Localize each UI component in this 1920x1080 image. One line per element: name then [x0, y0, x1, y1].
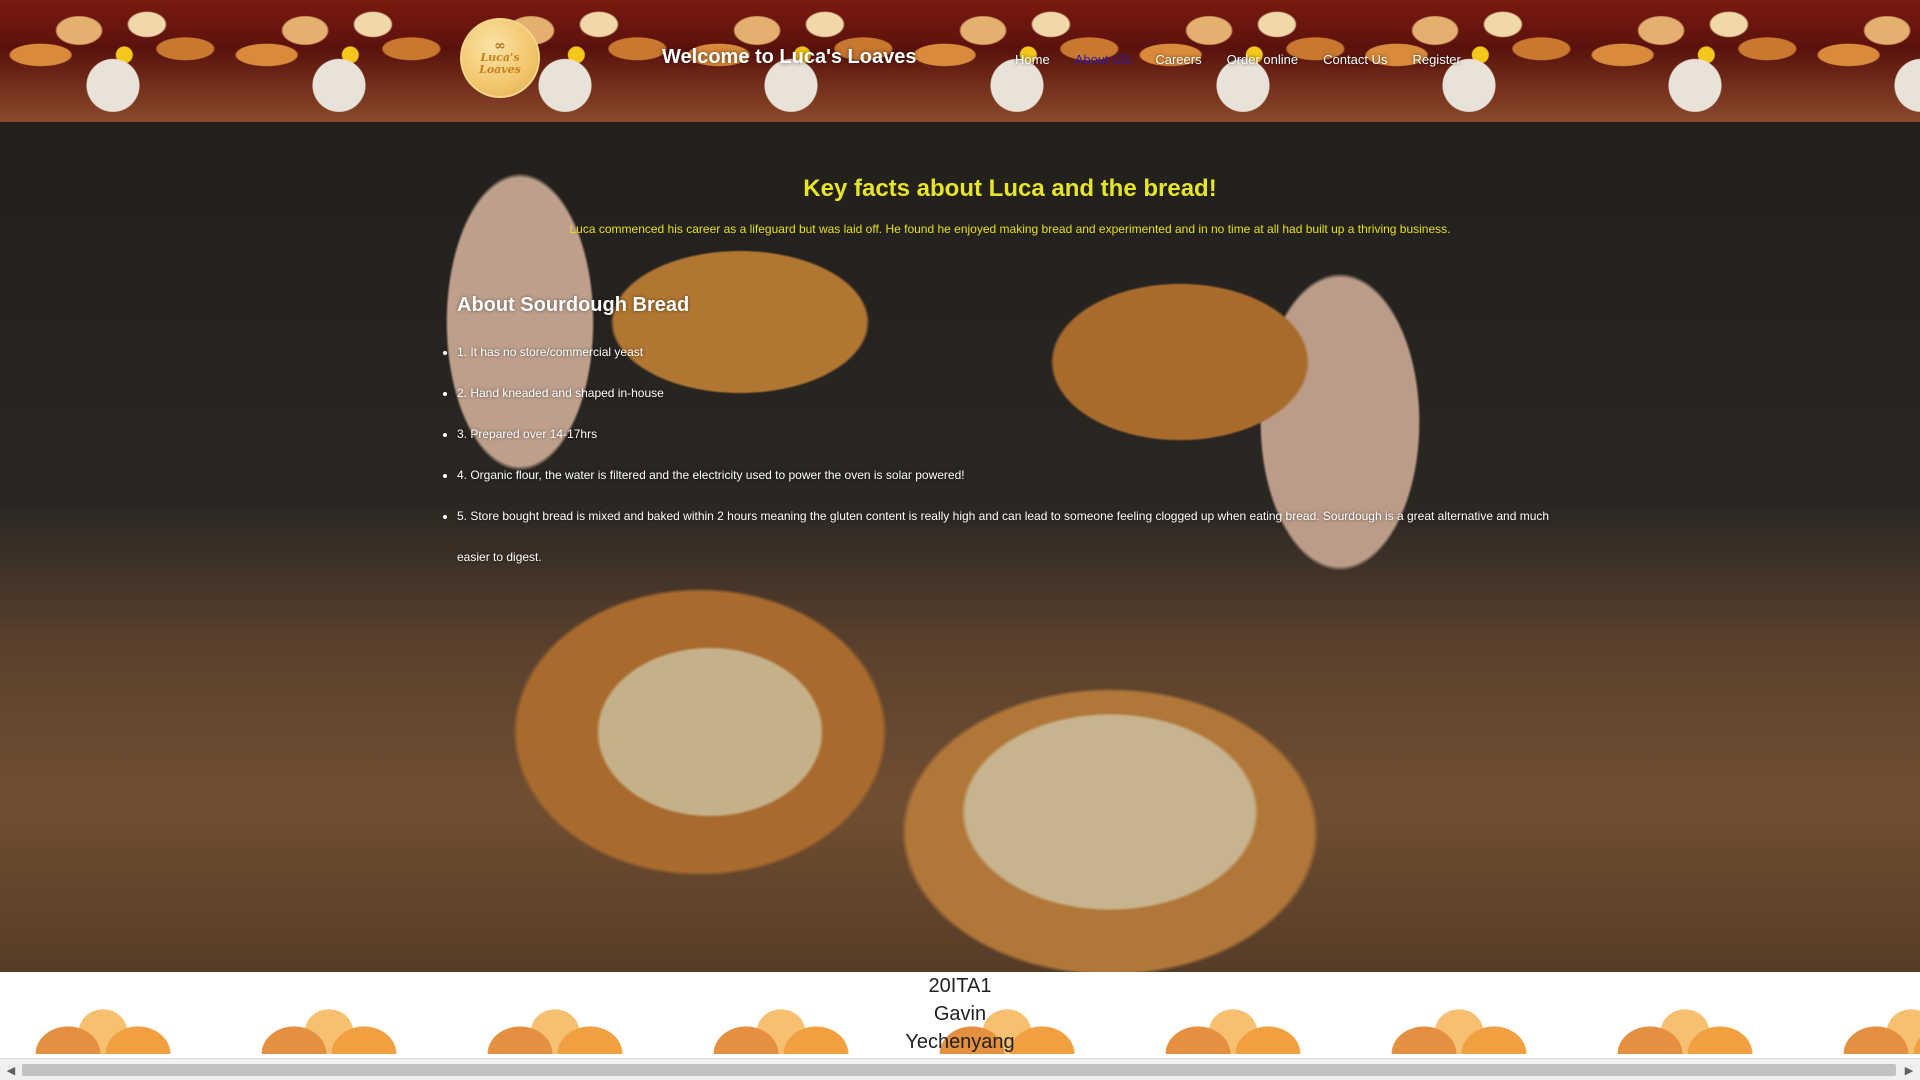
list-item: 1. It has no store/commercial yeast	[457, 332, 1557, 373]
nav-order-online[interactable]: Order online	[1227, 52, 1299, 67]
main-nav: Home About US Careers Order online Conta…	[1015, 52, 1486, 67]
site-title: Welcome to Luca's Loaves	[662, 46, 917, 68]
footer-class: 20ITA1	[928, 975, 992, 997]
list-item: 3. Prepared over 14-17hrs	[457, 414, 1557, 455]
nav-home[interactable]: Home	[1015, 52, 1050, 67]
scroll-right-icon[interactable]: ▶	[1900, 1061, 1918, 1079]
scroll-left-icon[interactable]: ◀	[2, 1061, 20, 1079]
logo[interactable]: ∞ Luca's Loaves	[460, 18, 540, 98]
footer-author-1: Gavin	[933, 1003, 987, 1025]
nav-careers[interactable]: Careers	[1155, 52, 1201, 67]
nav-contact-us[interactable]: Contact Us	[1323, 52, 1387, 67]
sourdough-facts-list: 1. It has no store/commercial yeast 2. H…	[457, 332, 1557, 578]
footer-credits: 20ITA1 Gavin Yechenyang	[0, 972, 1920, 1056]
nav-register[interactable]: Register	[1412, 52, 1460, 67]
sourdough-title: About Sourdough Bread	[457, 294, 690, 316]
hero-section: Key facts about Luca and the bread! Luca…	[0, 122, 1920, 972]
nav-about-us[interactable]: About US	[1075, 52, 1131, 67]
facts-text: Luca commenced his career as a lifeguard…	[569, 222, 1451, 236]
list-item: 5. Store bought bread is mixed and baked…	[457, 496, 1557, 578]
header-banner: ∞ Luca's Loaves Welcome to Luca's Loaves…	[0, 0, 1920, 122]
list-item: 2. Hand kneaded and shaped in-house	[457, 373, 1557, 414]
scrollbar-thumb[interactable]	[22, 1064, 1896, 1076]
footer-author-2: Yechenyang	[905, 1031, 1015, 1053]
facts-title: Key facts about Luca and the bread!	[803, 175, 1217, 202]
list-item: 4. Organic flour, the water is filtered …	[457, 455, 1557, 496]
horizontal-scrollbar[interactable]: ◀ ▶	[0, 1058, 1920, 1080]
logo-text-line2: Loaves	[479, 63, 521, 76]
